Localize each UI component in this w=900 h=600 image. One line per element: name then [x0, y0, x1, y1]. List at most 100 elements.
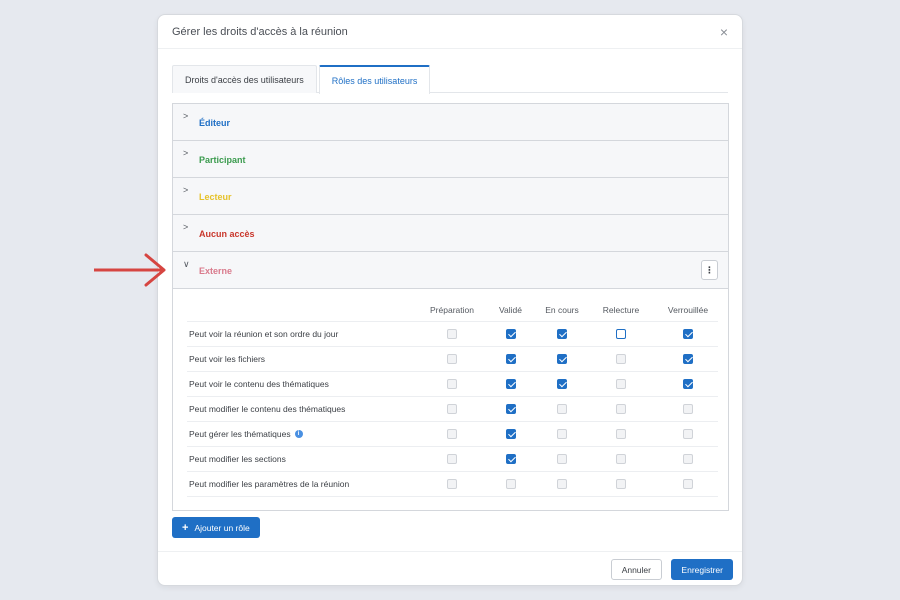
- permission-checkbox[interactable]: [683, 403, 693, 414]
- permission-checkbox[interactable]: [447, 428, 457, 439]
- permission-cell: [540, 395, 584, 421]
- tabs: Droits d'accès des utilisateurs Rôles de…: [172, 65, 728, 94]
- permission-checkbox[interactable]: [447, 453, 457, 464]
- permission-cell: [584, 395, 658, 421]
- permission-checkbox[interactable]: [505, 353, 516, 364]
- table-row: Peut voir la réunion et son ordre du jou…: [187, 320, 718, 346]
- role-item-aucun-acces[interactable]: > Aucun accès: [173, 215, 728, 252]
- permission-checkbox[interactable]: [505, 478, 516, 489]
- permission-cell: [584, 470, 658, 497]
- permission-checkbox[interactable]: [447, 328, 457, 339]
- permission-cell: [658, 445, 718, 471]
- permission-cell: [540, 445, 584, 471]
- column-header-3: Relecture: [602, 304, 640, 315]
- permission-label: Peut voir la réunion et son ordre du jou…: [187, 320, 423, 346]
- permission-cell: [584, 370, 658, 396]
- permission-label: Peut modifier les paramètres de la réuni…: [187, 470, 423, 497]
- permission-cell: [423, 445, 481, 471]
- permission-checkbox[interactable]: [683, 453, 693, 464]
- role-item-externe[interactable]: ∨ Externe ⋮: [173, 252, 728, 289]
- permission-checkbox[interactable]: [557, 478, 567, 489]
- permission-cell: [481, 345, 540, 371]
- permission-label-text: Peut modifier les paramètres de la réuni…: [189, 478, 350, 489]
- permission-checkbox[interactable]: [447, 478, 457, 489]
- role-item-editeur[interactable]: > Éditeur: [173, 104, 728, 141]
- permission-checkbox[interactable]: [616, 453, 626, 464]
- permission-checkbox[interactable]: [557, 378, 567, 389]
- permission-checkbox[interactable]: [505, 453, 516, 464]
- permission-checkbox[interactable]: [683, 478, 693, 489]
- permission-checkbox[interactable]: [616, 403, 626, 414]
- column-header-4: Verrouillée: [667, 304, 709, 315]
- permissions-table: Préparation Validé En cours Relecture Verrou…: [187, 299, 718, 497]
- close-icon[interactable]: ×: [720, 25, 728, 39]
- permission-checkbox[interactable]: [616, 353, 626, 364]
- role-label: Éditeur: [199, 118, 231, 128]
- permission-checkbox[interactable]: [557, 453, 567, 464]
- permission-cell: [584, 445, 658, 471]
- permission-cell: [423, 320, 481, 346]
- modal-header: Gérer les droits d'accès à la réunion ×: [158, 15, 742, 49]
- permission-checkbox[interactable]: [505, 403, 516, 414]
- save-button[interactable]: Enregistrer: [671, 559, 733, 580]
- permission-cell: [540, 370, 584, 396]
- permission-cell: [423, 370, 481, 396]
- permission-cell: [423, 470, 481, 497]
- permission-checkbox[interactable]: [683, 378, 693, 389]
- role-label: Externe: [199, 266, 233, 276]
- permission-checkbox[interactable]: [505, 378, 516, 389]
- permission-cell: [423, 345, 481, 371]
- permission-checkbox[interactable]: [557, 428, 567, 439]
- add-role-label: Ajouter un rôle: [194, 522, 250, 533]
- permission-label: Peut modifier les sections: [187, 445, 423, 471]
- permission-checkbox[interactable]: [447, 403, 457, 414]
- plus-icon: +: [182, 521, 189, 534]
- permission-cell: [540, 470, 584, 497]
- permission-checkbox[interactable]: [616, 428, 626, 439]
- permission-checkbox[interactable]: [683, 428, 693, 439]
- permission-label-text: Peut voir les fichiers: [189, 353, 266, 364]
- tab-user-roles[interactable]: Rôles des utilisateurs: [318, 65, 431, 94]
- permission-cell: [481, 320, 540, 346]
- permission-checkbox[interactable]: [616, 328, 626, 339]
- permission-cell: [658, 345, 718, 371]
- permission-cell: [540, 345, 584, 371]
- cancel-button[interactable]: Annuler: [610, 559, 662, 580]
- table-row: Peut modifier les paramètres de la réuni…: [187, 470, 718, 497]
- permission-cell: [481, 445, 540, 471]
- red-arrow-annotation: [94, 253, 166, 287]
- permission-checkbox[interactable]: [557, 403, 567, 414]
- permission-checkbox[interactable]: [505, 428, 516, 439]
- permission-checkbox[interactable]: [505, 328, 516, 339]
- permission-cell: [584, 320, 658, 346]
- permission-checkbox[interactable]: [616, 378, 626, 389]
- permission-checkbox[interactable]: [447, 353, 457, 364]
- role-item-lecteur[interactable]: > Lecteur: [173, 178, 728, 215]
- permission-cell: [481, 395, 540, 421]
- roles-accordion: > Éditeur > Participant > Lecteur > Aucu…: [172, 103, 729, 511]
- chevron-right-icon: >: [183, 185, 189, 195]
- tab-user-access-rights[interactable]: Droits d'accès des utilisateurs: [172, 65, 317, 93]
- permission-label-text: Peut voir le contenu des thématiques: [189, 378, 329, 389]
- info-icon[interactable]: i: [294, 430, 303, 439]
- permission-cell: [658, 320, 718, 346]
- permission-checkbox[interactable]: [683, 328, 693, 339]
- table-row: Peut voir les fichiers: [187, 345, 718, 371]
- modal-footer: Annuler Enregistrer: [158, 551, 742, 585]
- permission-label-text: Peut voir la réunion et son ordre du jou…: [189, 328, 339, 339]
- permission-checkbox[interactable]: [557, 328, 567, 339]
- permission-label: Peut voir le contenu des thématiques: [187, 370, 423, 396]
- column-header-permission: [187, 299, 423, 321]
- chevron-right-icon: >: [183, 111, 189, 121]
- permission-checkbox[interactable]: [447, 378, 457, 389]
- permission-checkbox[interactable]: [616, 478, 626, 489]
- permission-cell: [481, 370, 540, 396]
- add-role-button[interactable]: + Ajouter un rôle: [172, 517, 260, 538]
- permission-checkbox[interactable]: [557, 353, 567, 364]
- permission-checkbox[interactable]: [683, 353, 693, 364]
- permission-cell: [540, 420, 584, 446]
- role-item-participant[interactable]: > Participant: [173, 141, 728, 178]
- permission-cell: [584, 345, 658, 371]
- kebab-menu-icon[interactable]: ⋮: [701, 260, 718, 280]
- permission-cell: [540, 320, 584, 346]
